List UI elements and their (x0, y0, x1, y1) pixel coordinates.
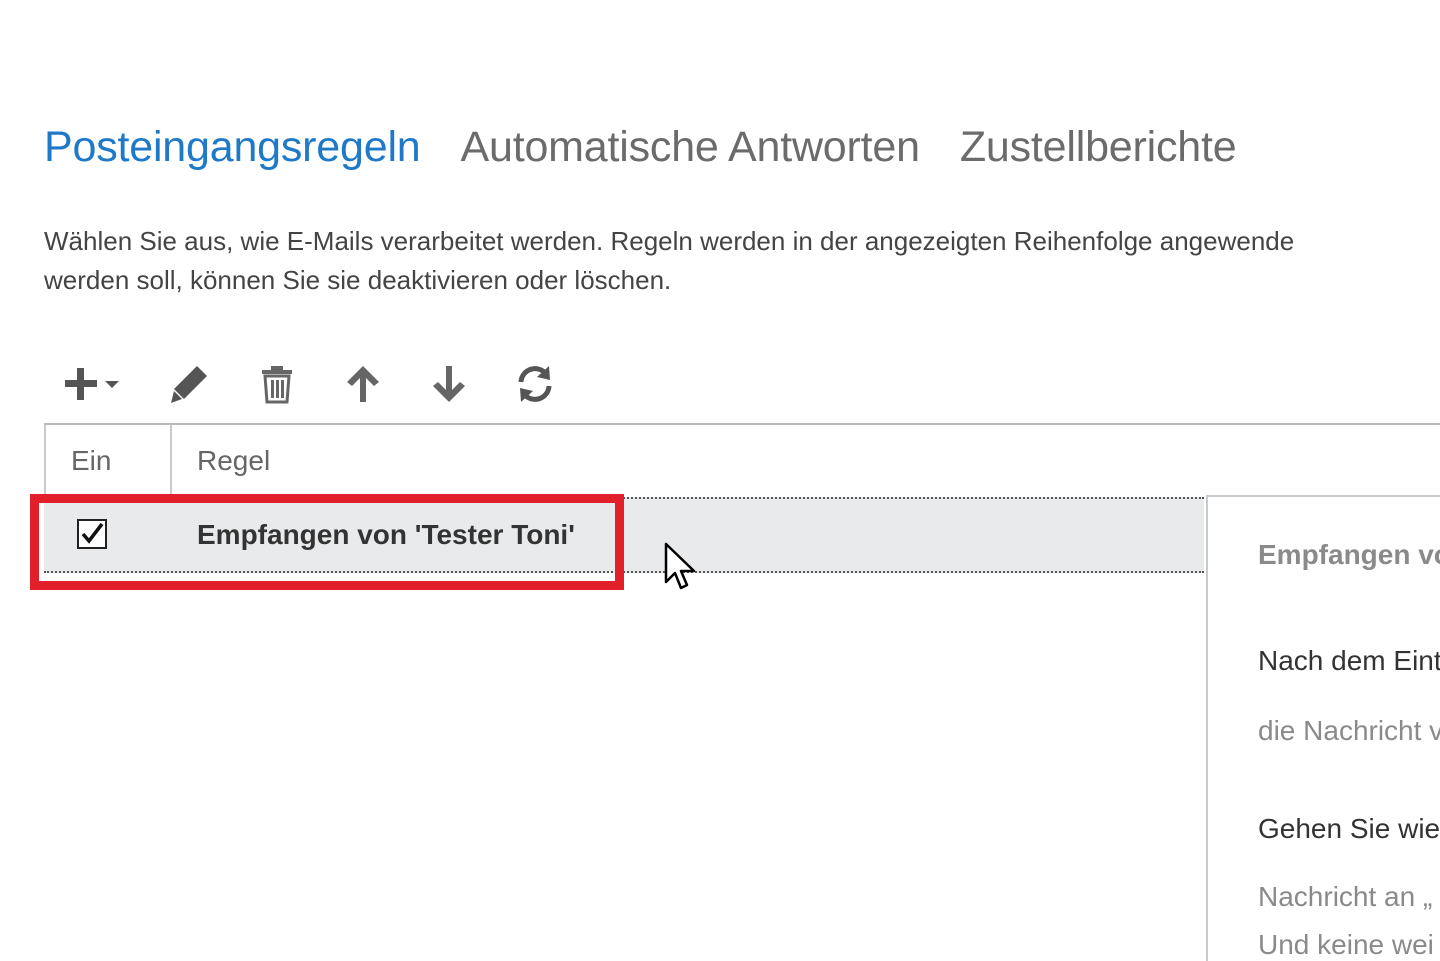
chevron-down-icon (103, 362, 121, 406)
edit-rule-button[interactable] (148, 354, 234, 414)
column-header-rule[interactable]: Regel (197, 425, 270, 497)
tab-automatic-replies[interactable]: Automatische Antworten (461, 118, 921, 176)
table-header: Ein Regel (44, 425, 1440, 497)
page-description: Wählen Sie aus, wie E-Mails verarbeitet … (44, 222, 1440, 300)
tab-inbox-rules[interactable]: Posteingangsregeln (44, 118, 421, 176)
description-line-1: Wählen Sie aus, wie E-Mails verarbeitet … (44, 226, 1295, 256)
column-header-enabled[interactable]: Ein (71, 425, 111, 497)
col-divider-mid (170, 425, 172, 497)
delete-rule-button[interactable] (234, 354, 320, 414)
trash-icon (257, 362, 297, 406)
details-title: Empfangen vo (1258, 539, 1440, 570)
new-rule-button[interactable] (52, 354, 128, 414)
details-action-label: Gehen Sie wie (1258, 813, 1440, 844)
details-action-value: Nachricht an „ (1258, 881, 1433, 912)
description-line-2: werden soll, können Sie sie deaktivieren… (44, 265, 672, 295)
table-row[interactable]: Empfangen von 'Tester Toni' (44, 497, 1204, 573)
details-condition-label: Nach dem Eint (1258, 645, 1440, 676)
rules-toolbar (52, 354, 578, 414)
col-divider-left (44, 425, 46, 497)
refresh-icon (513, 362, 557, 406)
rule-details-pane: Empfangen vo Nach dem Eint die Nachricht… (1206, 497, 1440, 961)
plus-icon (59, 362, 103, 406)
pencil-icon (167, 360, 215, 408)
rule-name: Empfangen von 'Tester Toni' (197, 519, 575, 550)
move-down-button[interactable] (406, 354, 492, 414)
details-extra: Und keine wei (1258, 929, 1434, 960)
move-up-button[interactable] (320, 354, 406, 414)
inbox-rules-page: Posteingangsregeln Automatische Antworte… (0, 0, 1440, 961)
rule-enabled-checkbox[interactable] (77, 519, 107, 549)
checkmark-icon (81, 522, 104, 544)
refresh-button[interactable] (492, 354, 578, 414)
details-condition-value: die Nachricht v (1258, 715, 1440, 746)
settings-tabs: Posteingangsregeln Automatische Antworte… (44, 118, 1237, 176)
arrow-down-icon (429, 362, 469, 406)
arrow-up-icon (343, 362, 383, 406)
tab-delivery-reports[interactable]: Zustellberichte (960, 118, 1237, 176)
